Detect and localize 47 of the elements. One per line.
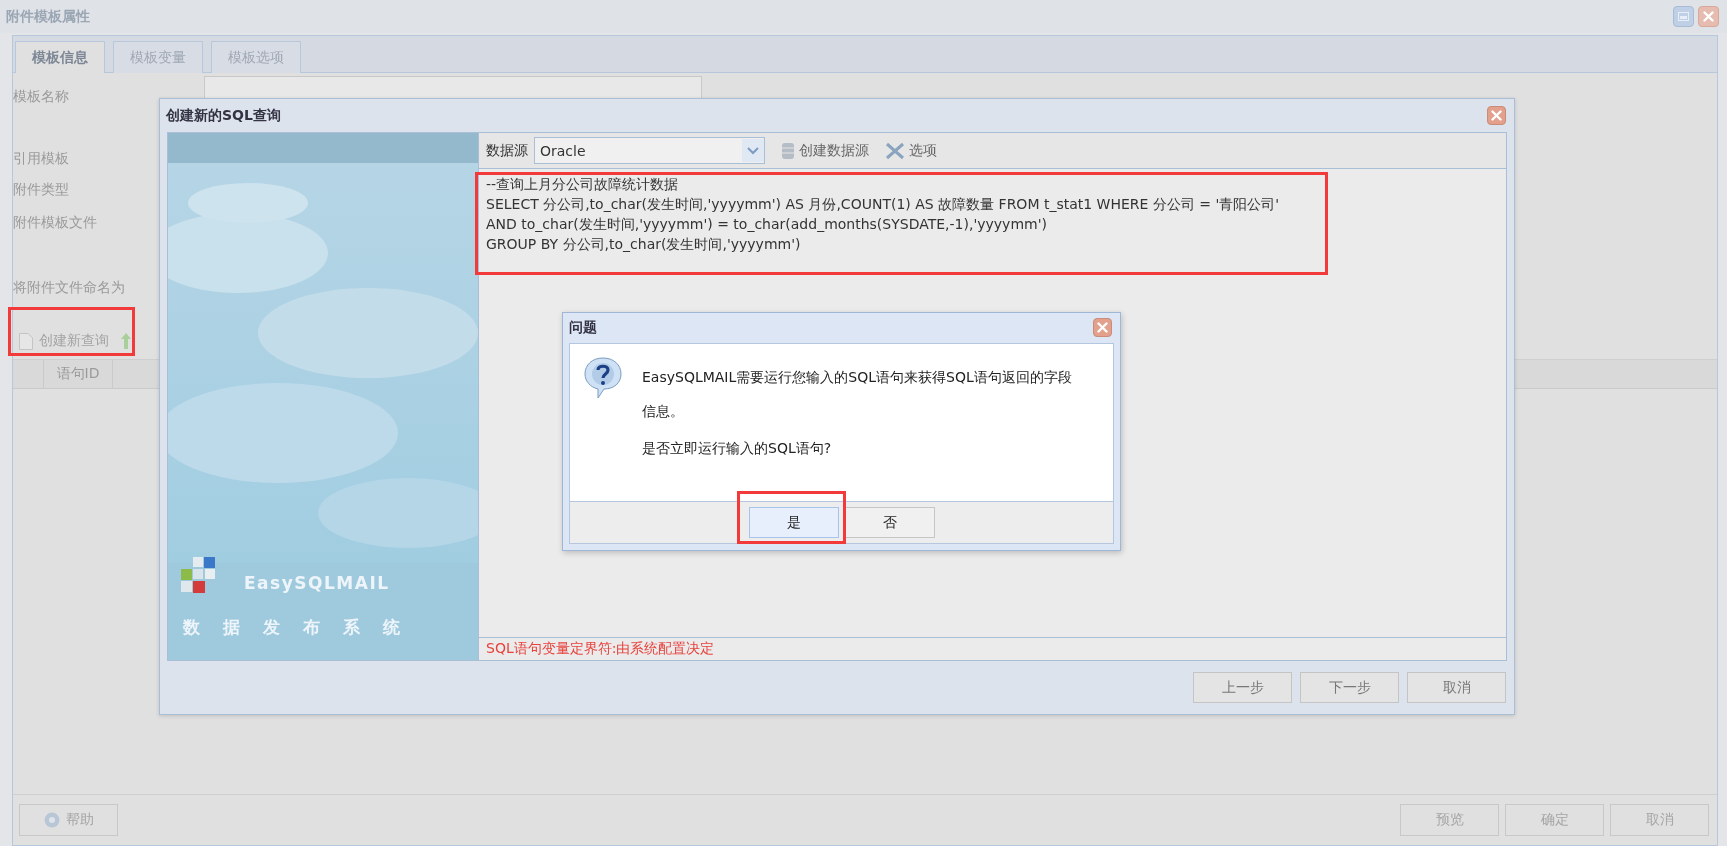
footer-button[interactable]: 确定 xyxy=(1505,804,1604,836)
code-line: SELECT 分公司,to_char(发生时间,'yyyymm') AS 月份,COUNT(1) AS 故障数量 FROM t_stat1 WHERE 分公司 = '青阳公司' xyxy=(486,195,1281,214)
footer-button[interactable]: 取消 xyxy=(1610,804,1709,836)
up-arrow-icon[interactable] xyxy=(121,333,131,349)
tools-icon xyxy=(885,141,905,160)
create-datasource-button[interactable]: 创建数据源 xyxy=(779,139,871,162)
answer-button[interactable]: 是 xyxy=(748,507,839,539)
datasource-label: 数据源 xyxy=(486,141,528,160)
field-label: 模板名称 xyxy=(13,87,70,105)
close-button[interactable] xyxy=(1698,6,1719,27)
field-label: 将附件文件命名为 xyxy=(13,278,126,296)
answer-button[interactable]: 否 xyxy=(844,507,935,539)
wizard-button[interactable]: 上一步 xyxy=(1193,672,1292,703)
document-icon xyxy=(19,332,33,350)
wizard-button[interactable]: 下一步 xyxy=(1300,672,1399,703)
code-line: --查询上月分公司故障统计数据 xyxy=(486,175,680,194)
dialog-message: EasySQLMAIL需要运行您输入的SQL语句来获得SQL语句返回的字段信息。 xyxy=(642,367,1073,421)
close-button[interactable] xyxy=(1487,106,1506,125)
tagline: 数据发布系统 xyxy=(183,616,423,639)
datasource-select[interactable]: Oracle xyxy=(534,137,765,164)
close-icon xyxy=(1491,110,1502,121)
tab[interactable]: 模板信息 xyxy=(15,41,105,73)
create-query-button[interactable]: 创建新查询 xyxy=(17,330,111,352)
field-label: 引用模板 xyxy=(13,149,70,167)
chevron-down-icon xyxy=(742,139,764,162)
footer-button[interactable]: 预览 xyxy=(1400,804,1499,836)
help-icon xyxy=(43,812,60,828)
field-label: 附件模板文件 xyxy=(13,213,98,231)
dialog-title: 创建新的SQL查询 xyxy=(166,106,281,125)
dialog-message: 是否立即运行输入的SQL语句? xyxy=(642,438,833,458)
restore-button[interactable] xyxy=(1673,6,1694,27)
column-header: 语句ID xyxy=(43,360,113,388)
wizard-button[interactable]: 取消 xyxy=(1407,672,1506,703)
options-button[interactable]: 选项 xyxy=(883,139,939,162)
question-icon xyxy=(584,355,622,400)
database-icon xyxy=(781,141,795,160)
close-icon xyxy=(1097,322,1108,334)
close-button[interactable] xyxy=(1093,318,1112,338)
window-title: 附件模板属性 xyxy=(6,7,90,26)
close-icon xyxy=(1703,11,1714,22)
code-line: GROUP BY 分公司,to_char(发生时间,'yyyymm') xyxy=(486,235,802,254)
restore-icon xyxy=(1678,12,1689,21)
dialog-title: 问题 xyxy=(569,318,597,337)
delimiter-note: SQL语句变量定界符:由系统配置决定 xyxy=(486,640,715,658)
field-label: 附件类型 xyxy=(13,180,70,198)
product-name: EasySQLMAIL xyxy=(244,573,390,593)
code-line: AND to_char(发生时间,'yyyymm') = to_char(add_months(SYSDATE,-1),'yyyymm') xyxy=(486,215,1048,234)
